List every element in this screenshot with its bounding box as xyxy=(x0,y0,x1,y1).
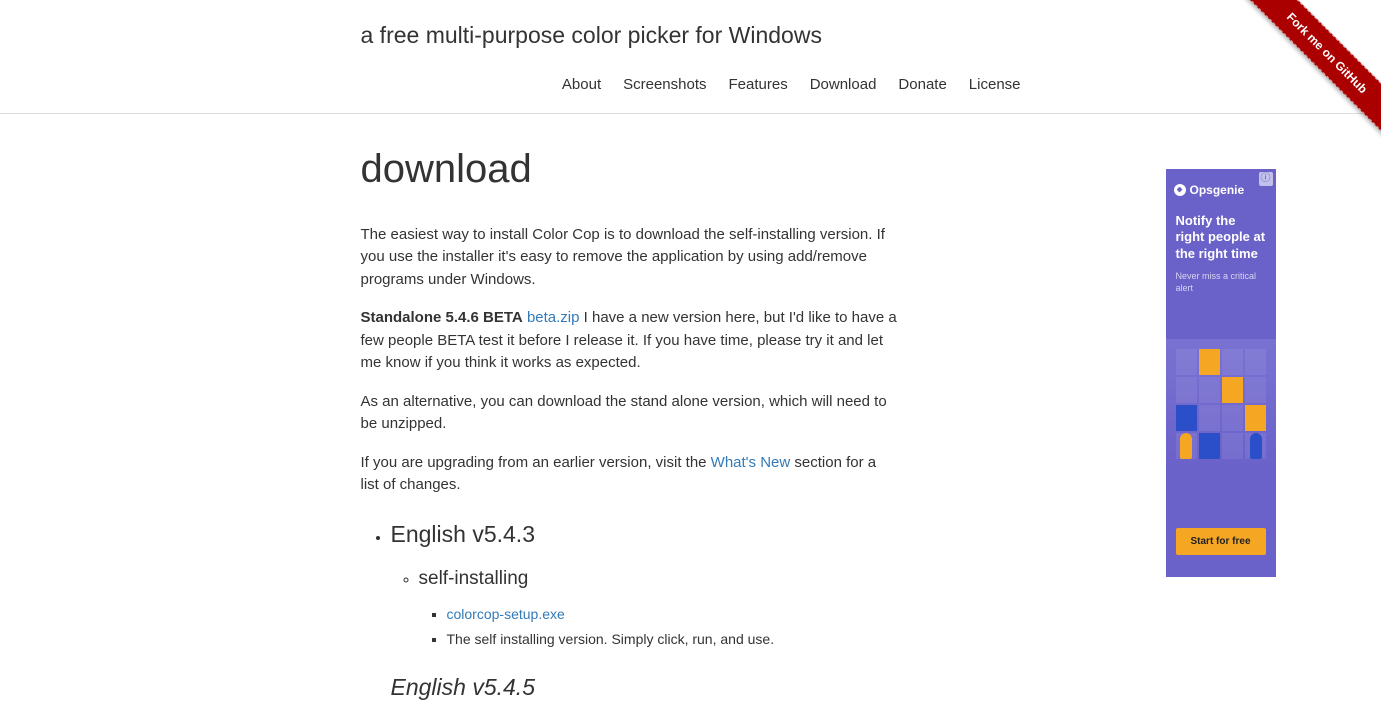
download-section: English v5.4.3 self-installing colorcop-… xyxy=(391,517,899,650)
main-content: download The easiest way to install Colo… xyxy=(361,139,899,704)
intro-paragraph: The easiest way to install Color Cop is … xyxy=(361,224,899,292)
nav-features[interactable]: Features xyxy=(729,74,788,97)
main-nav: About Screenshots Features Download Dona… xyxy=(0,58,1381,114)
beta-label: Standalone 5.4.6 BETA xyxy=(361,309,523,326)
beta-zip-link[interactable]: beta.zip xyxy=(527,309,580,326)
nav-donate[interactable]: Donate xyxy=(898,74,946,97)
nav-download[interactable]: Download xyxy=(810,74,877,97)
upgrade-paragraph: If you are upgrading from an earlier ver… xyxy=(361,452,899,497)
beta-paragraph: Standalone 5.4.6 BETA beta.zip I have a … xyxy=(361,307,899,375)
nav-license[interactable]: License xyxy=(969,74,1021,97)
ad-info-icon[interactable]: ⓘ xyxy=(1259,172,1273,186)
download-file-link[interactable]: colorcop-setup.exe xyxy=(447,606,565,622)
download-group: self-installing colorcop-setup.exe The s… xyxy=(419,565,899,650)
alt-paragraph: As an alternative, you can download the … xyxy=(361,391,899,436)
next-version-heading: English v5.4.5 xyxy=(391,670,899,704)
page-title: download xyxy=(361,139,899,199)
nav-about[interactable]: About xyxy=(562,74,601,97)
nav-screenshots[interactable]: Screenshots xyxy=(623,74,706,97)
whats-new-link[interactable]: What's New xyxy=(711,454,791,471)
group-heading: self-installing xyxy=(419,565,899,594)
sidebar-ad[interactable]: ⓘ Opsgenie Notify the right people at th… xyxy=(1166,169,1276,577)
download-file-item: colorcop-setup.exe xyxy=(447,604,899,625)
ad-illustration xyxy=(1166,339,1276,469)
download-file-desc: The self installing version. Simply clic… xyxy=(447,629,899,650)
opsgenie-logo-icon xyxy=(1174,184,1186,196)
ad-subtext: Never miss a critical alert xyxy=(1166,267,1276,298)
version-heading: English v5.4.3 xyxy=(391,517,899,552)
ad-cta-button[interactable]: Start for free xyxy=(1176,528,1266,555)
site-tagline: a free multi-purpose color picker for Wi… xyxy=(361,18,1021,53)
ad-headline: Notify the right people at the right tim… xyxy=(1166,207,1276,268)
